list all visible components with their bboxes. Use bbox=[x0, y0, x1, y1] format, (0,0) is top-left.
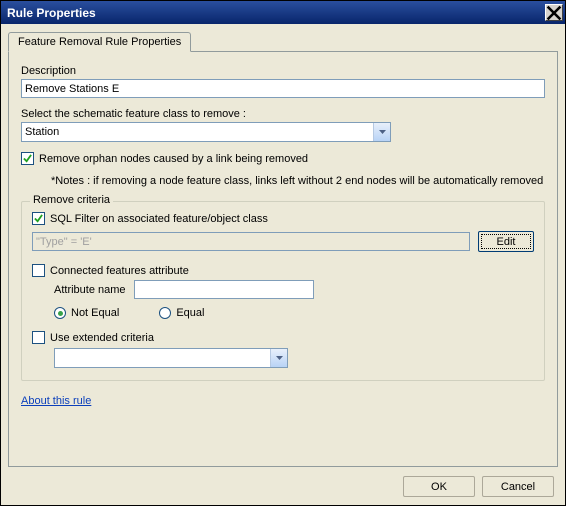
radio-dot-icon bbox=[54, 307, 66, 319]
connected-features-row[interactable]: Connected features attribute bbox=[32, 264, 534, 277]
cancel-button[interactable]: Cancel bbox=[482, 476, 554, 497]
close-button[interactable] bbox=[545, 4, 563, 21]
remove-orphan-row[interactable]: Remove orphan nodes caused by a link bei… bbox=[21, 152, 545, 165]
check-icon bbox=[23, 154, 32, 163]
connected-features-label: Connected features attribute bbox=[50, 265, 189, 277]
sql-filter-input bbox=[32, 232, 470, 251]
dropdown-button[interactable] bbox=[373, 123, 390, 141]
dialog-footer: OK Cancel bbox=[8, 467, 558, 497]
edit-button[interactable]: Edit bbox=[478, 231, 534, 252]
extended-criteria-label: Use extended criteria bbox=[50, 332, 154, 344]
radio-equal-label: Equal bbox=[176, 307, 204, 319]
extended-criteria-row[interactable]: Use extended criteria bbox=[32, 331, 534, 344]
chevron-down-icon bbox=[379, 130, 386, 134]
tab-panel: Description Select the schematic feature… bbox=[8, 51, 558, 467]
attribute-name-label: Attribute name bbox=[54, 284, 126, 296]
remove-criteria-legend: Remove criteria bbox=[30, 194, 113, 206]
titlebar: Rule Properties bbox=[1, 1, 565, 24]
remove-criteria-group: Remove criteria SQL Filter on associated… bbox=[21, 201, 545, 381]
feature-class-label: Select the schematic feature class to re… bbox=[21, 108, 545, 120]
description-input[interactable] bbox=[21, 79, 545, 98]
dropdown-button[interactable] bbox=[270, 349, 287, 367]
window-title: Rule Properties bbox=[7, 6, 545, 20]
remove-orphan-checkbox[interactable] bbox=[21, 152, 34, 165]
feature-class-select[interactable]: Station bbox=[21, 122, 391, 142]
tab-label: Feature Removal Rule Properties bbox=[18, 36, 181, 48]
description-label: Description bbox=[21, 65, 545, 77]
check-icon bbox=[34, 214, 43, 223]
tab-feature-removal[interactable]: Feature Removal Rule Properties bbox=[8, 32, 191, 52]
radio-not-equal-label: Not Equal bbox=[71, 307, 119, 319]
sql-filter-checkbox[interactable] bbox=[32, 212, 45, 225]
connected-features-checkbox[interactable] bbox=[32, 264, 45, 277]
sql-filter-label: SQL Filter on associated feature/object … bbox=[50, 213, 268, 225]
about-rule-link[interactable]: About this rule bbox=[21, 395, 545, 407]
remove-orphan-label: Remove orphan nodes caused by a link bei… bbox=[39, 153, 308, 165]
sql-filter-row[interactable]: SQL Filter on associated feature/object … bbox=[32, 212, 534, 225]
attribute-name-input[interactable] bbox=[134, 280, 314, 299]
ok-button[interactable]: OK bbox=[403, 476, 475, 497]
radio-not-equal[interactable]: Not Equal bbox=[54, 307, 119, 319]
chevron-down-icon bbox=[276, 356, 283, 360]
radio-dot-icon bbox=[159, 307, 171, 319]
notes-text: *Notes : if removing a node feature clas… bbox=[51, 175, 545, 187]
radio-equal[interactable]: Equal bbox=[159, 307, 204, 319]
feature-class-value: Station bbox=[22, 126, 373, 138]
close-icon bbox=[546, 5, 562, 21]
tabstrip: Feature Removal Rule Properties bbox=[8, 32, 558, 51]
extended-criteria-checkbox[interactable] bbox=[32, 331, 45, 344]
extended-criteria-select[interactable] bbox=[54, 348, 288, 368]
